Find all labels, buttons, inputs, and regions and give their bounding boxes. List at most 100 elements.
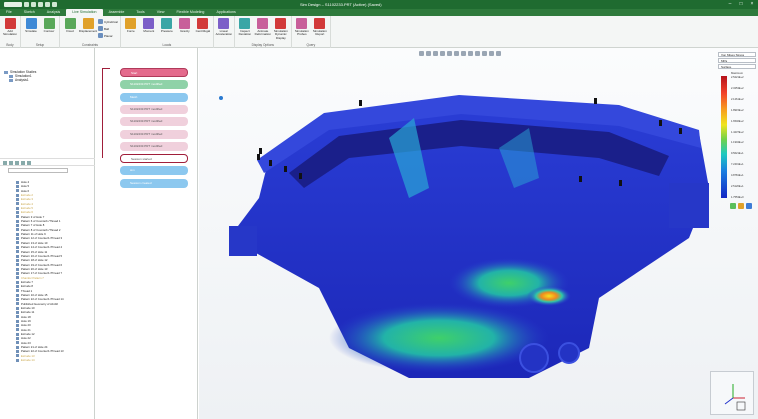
simulation-report-icon xyxy=(314,18,326,29)
legend-value: 2.5221E+2 xyxy=(731,76,744,79)
cylindrical-button[interactable]: Cylindrical xyxy=(98,19,118,24)
expand-icon[interactable] xyxy=(15,161,19,165)
creo-logo-icon xyxy=(4,2,22,7)
new-icon[interactable] xyxy=(24,2,29,7)
minimize-icon[interactable]: – xyxy=(726,1,734,7)
quick-access-toolbar[interactable] xyxy=(0,0,57,9)
pressure-button[interactable]: Pressure xyxy=(159,18,175,33)
ball-button[interactable]: Ball xyxy=(98,26,118,31)
timeline-step[interactable]: S1102233.PRT modified xyxy=(120,80,188,90)
legend-settings-icon[interactable] xyxy=(738,203,744,209)
ribbon-group-label: Body xyxy=(6,43,14,47)
feature-icon xyxy=(16,258,19,262)
legend-value: 2.1261E+2 xyxy=(731,97,744,101)
feature-icon xyxy=(16,302,19,306)
simulation-probes-button[interactable]: Simulation Probes xyxy=(294,18,310,37)
tab-file[interactable]: File xyxy=(0,9,18,16)
timeline-step[interactable]: S1102233.PRT modified xyxy=(120,141,188,151)
filter-icon[interactable] xyxy=(3,161,7,165)
quantity-dropdown[interactable]: Von Mises Stress xyxy=(718,52,756,57)
units-dropdown[interactable]: MPa xyxy=(718,58,756,63)
palette-icon[interactable] xyxy=(730,203,736,209)
gravity-button[interactable]: Gravity xyxy=(177,18,193,33)
maximize-icon[interactable]: □ xyxy=(737,1,745,7)
open-icon[interactable] xyxy=(31,2,36,7)
settings-icon[interactable] xyxy=(9,161,13,165)
tab-live-simulation[interactable]: Live Simulation xyxy=(66,9,103,16)
feature-icon xyxy=(16,185,19,189)
ribbon-button-label: Contour xyxy=(43,29,55,33)
planar-button[interactable]: Planar xyxy=(98,33,118,38)
feature-icon xyxy=(16,254,19,258)
save-icon[interactable] xyxy=(38,2,43,7)
timeline-step[interactable]: sim xyxy=(120,166,188,176)
ribbon-group-label: Setup xyxy=(35,43,45,47)
legend-value: 1.1904E+2 xyxy=(731,141,744,145)
simulate-button[interactable]: Simulate xyxy=(23,18,39,33)
color-scale-bar xyxy=(721,76,727,198)
graphics-viewport[interactable]: Von Mises Stress MPa Surface Maximum 2.5… xyxy=(199,48,758,419)
ribbon-button-label: Simulation Probes xyxy=(294,29,309,37)
moment-button[interactable]: Moment xyxy=(141,18,157,33)
timeline-line xyxy=(102,68,103,158)
collapse-icon[interactable] xyxy=(21,161,25,165)
stress-legend: Von Mises Stress MPa Surface Maximum 2.5… xyxy=(718,52,756,202)
feature-icon xyxy=(16,280,19,284)
timeline-step[interactable]: Start xyxy=(120,68,188,77)
feature-icon xyxy=(16,206,19,210)
show-icon[interactable] xyxy=(27,161,31,165)
displacement-button[interactable]: Displacement xyxy=(79,18,97,33)
tab-applications[interactable]: Applications xyxy=(210,9,241,16)
timeline-step[interactable]: S1102233.PRT modified xyxy=(120,129,188,139)
timeline-step[interactable]: Session created xyxy=(120,178,188,188)
simulation-dynamic-display-button[interactable]: Simulation Dynamic Display xyxy=(273,18,289,40)
fixed-button[interactable]: Fixed xyxy=(62,18,78,33)
timeline-step[interactable]: Session started xyxy=(120,154,188,164)
selection-dot[interactable] xyxy=(219,96,223,100)
tab-analysis[interactable]: Analysis xyxy=(41,9,66,16)
legend-value: 7.2401E+1 xyxy=(731,163,744,167)
moment-icon xyxy=(143,18,155,29)
close-icon[interactable]: × xyxy=(748,1,756,7)
feature-icon xyxy=(16,341,19,345)
tab-sketch[interactable]: Sketch xyxy=(18,9,41,16)
undo-icon[interactable] xyxy=(45,2,50,7)
ribbon-button-label: Pressure xyxy=(160,29,173,33)
legend-value: 4.8781E+1 xyxy=(731,174,744,178)
feature-icon xyxy=(16,293,19,297)
inspect-deviation-button[interactable]: Inspect Deviation xyxy=(237,18,253,37)
legend-value: 2.5120E+1 xyxy=(731,185,744,189)
timeline-step[interactable]: Mesh xyxy=(120,92,188,102)
stress-hotspot xyxy=(527,286,571,306)
simulation-report-button[interactable]: Simulation Report xyxy=(312,18,328,37)
linear-acceleration-button[interactable]: Linear Acceleration xyxy=(216,18,232,37)
tree-search-input[interactable] xyxy=(8,168,68,173)
legend-value: 1.7553E+0 xyxy=(731,196,744,199)
feature-icon xyxy=(16,306,19,310)
add-simulation-button[interactable]: Add Simulation xyxy=(2,18,18,37)
animate-deformation-button[interactable]: Animate Deformation xyxy=(255,18,271,37)
timeline-step[interactable]: S1102233.PRT modified xyxy=(120,104,188,114)
force-button[interactable]: Force xyxy=(123,18,139,33)
planar-icon xyxy=(98,33,103,38)
feature-icon xyxy=(16,189,19,193)
view-triad[interactable] xyxy=(710,371,754,415)
redo-icon[interactable] xyxy=(52,2,57,7)
tab-assemble[interactable]: Assemble xyxy=(103,9,131,16)
ribbon-group-loads: Force Moment Pressure Gravity Centrifugal Loa… xyxy=(121,16,214,48)
tree-item[interactable]: Analysis1 xyxy=(4,78,36,82)
timeline-step[interactable]: S1102233.PRT modified xyxy=(120,117,188,127)
contour-button[interactable]: Contour xyxy=(41,18,57,33)
legend-info-icon[interactable] xyxy=(746,203,752,209)
contour-icon xyxy=(43,18,55,29)
feature-item[interactable]: Extrude 14 xyxy=(16,358,88,362)
display-dropdown[interactable]: Surface xyxy=(718,64,756,69)
feature-icon xyxy=(16,245,19,249)
side-mount xyxy=(669,183,709,228)
tab-flexible-modeling[interactable]: Flexible Modeling xyxy=(170,9,210,16)
tab-tools[interactable]: Tools xyxy=(130,9,150,16)
centrifugal-button[interactable]: Centrifugal xyxy=(195,18,211,33)
tab-view[interactable]: View xyxy=(151,9,171,16)
study-icon xyxy=(4,70,8,74)
fea-model[interactable] xyxy=(199,48,758,419)
